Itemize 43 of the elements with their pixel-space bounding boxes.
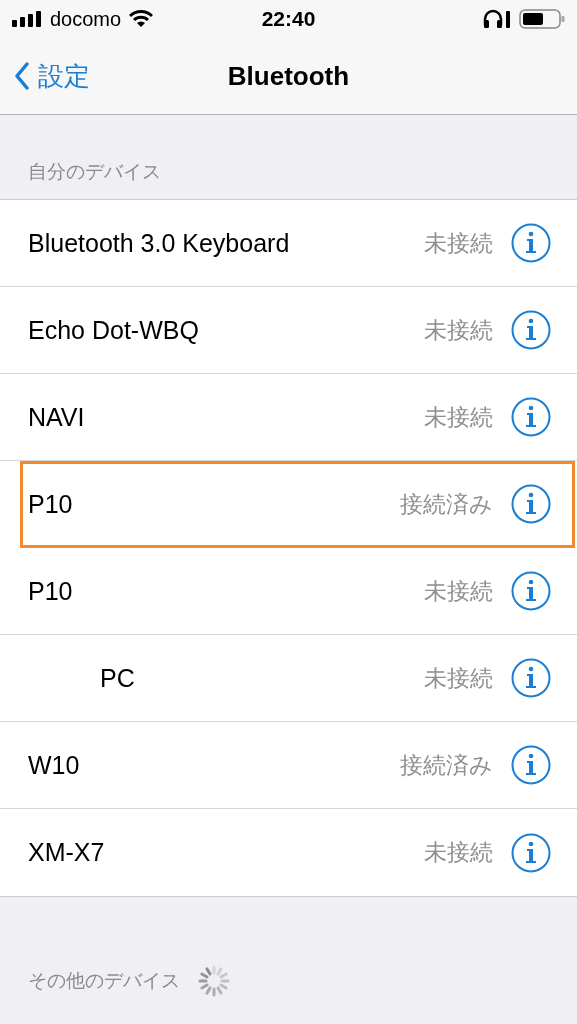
battery-icon — [519, 9, 565, 29]
device-name: Bluetooth 3.0 Keyboard — [28, 228, 291, 258]
device-row[interactable]: PC 未接続 — [0, 635, 577, 722]
device-name: XM-X7 — [28, 838, 106, 867]
info-icon[interactable] — [511, 397, 551, 437]
carrier-name: docomo — [50, 7, 122, 31]
device-row[interactable]: Bluetooth 3.0 Keyboard 未接続 — [0, 200, 577, 287]
chevron-left-icon — [14, 62, 30, 90]
wifi-icon — [129, 10, 154, 28]
info-icon[interactable] — [511, 310, 551, 350]
connection-status: 未接続 — [424, 576, 493, 606]
connection-status: 未接続 — [424, 402, 493, 432]
connection-status: 未接続 — [424, 663, 493, 693]
device-name: W10 — [28, 750, 81, 780]
page-title: Bluetooth — [227, 60, 350, 92]
connection-status: 接続済み — [400, 750, 493, 780]
connection-status: 接続済み — [400, 489, 493, 519]
connection-status: 未接続 — [424, 315, 493, 345]
section-header: 自分のデバイス — [27, 159, 162, 184]
device-row[interactable]: XM-X7 未接続 — [0, 809, 577, 896]
info-icon[interactable] — [511, 484, 551, 524]
connection-status: 未接続 — [424, 228, 493, 258]
info-icon[interactable] — [511, 832, 551, 873]
device-row[interactable]: P10 接続済み — [20, 461, 575, 548]
info-icon[interactable] — [511, 571, 551, 611]
device-name: P10 — [28, 576, 74, 606]
device-row[interactable]: Echo Dot-WBQ 未接続 — [0, 287, 577, 374]
device-row[interactable]: NAVI 未接続 — [0, 374, 577, 461]
info-icon[interactable] — [511, 745, 551, 785]
device-name: Echo Dot-WBQ — [28, 315, 200, 345]
section-header: その他のデバイス — [28, 968, 180, 993]
status-time: 22:40 — [261, 7, 316, 31]
signal-icon — [12, 11, 42, 27]
device-name: NAVI — [28, 402, 86, 432]
connection-status: 未接続 — [424, 838, 493, 867]
device-name: P10 — [28, 489, 74, 519]
back-button[interactable]: 設定 — [0, 58, 90, 94]
info-icon[interactable] — [511, 223, 551, 263]
device-name: PC — [99, 663, 136, 693]
headphones-icon — [483, 9, 511, 29]
info-icon[interactable] — [511, 658, 551, 698]
device-row[interactable]: P10 未接続 — [0, 548, 577, 635]
device-row[interactable]: W10 接続済み — [0, 722, 577, 809]
